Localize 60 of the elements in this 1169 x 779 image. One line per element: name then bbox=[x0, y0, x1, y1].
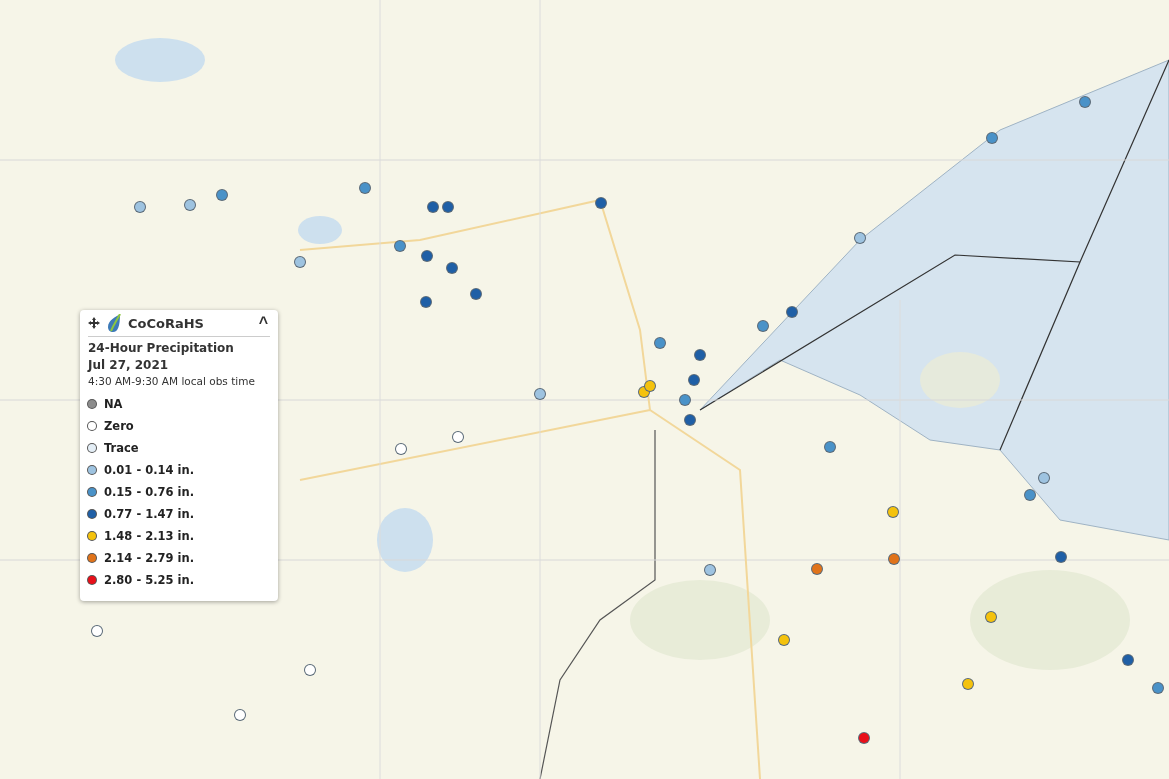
brand-name: CoCoRaHS bbox=[128, 315, 205, 331]
collapse-button[interactable]: ^ bbox=[256, 316, 270, 330]
legend-label: 0.77 - 1.47 in. bbox=[104, 507, 195, 521]
legend-date: Jul 27, 2021 bbox=[88, 358, 170, 372]
station-marker[interactable] bbox=[888, 507, 898, 517]
raindrop-logo-icon bbox=[106, 314, 122, 332]
station-marker[interactable] bbox=[596, 198, 606, 208]
station-marker[interactable] bbox=[855, 233, 865, 243]
station-marker[interactable] bbox=[443, 202, 453, 212]
station-marker[interactable] bbox=[92, 626, 102, 636]
station-marker[interactable] bbox=[689, 375, 699, 385]
station-marker[interactable] bbox=[422, 251, 432, 261]
station-marker[interactable] bbox=[705, 565, 715, 575]
station-marker[interactable] bbox=[185, 200, 195, 210]
station-marker[interactable] bbox=[645, 381, 655, 391]
legend-label: Trace bbox=[104, 441, 139, 455]
station-marker[interactable] bbox=[447, 263, 457, 273]
station-marker[interactable] bbox=[235, 710, 245, 720]
station-marker[interactable] bbox=[535, 389, 545, 399]
station-marker[interactable] bbox=[360, 183, 370, 193]
station-marker[interactable] bbox=[428, 202, 438, 212]
legend-label: 0.15 - 0.76 in. bbox=[104, 485, 195, 499]
station-marker[interactable] bbox=[779, 635, 789, 645]
station-marker[interactable] bbox=[758, 321, 768, 331]
station-marker[interactable] bbox=[305, 665, 315, 675]
station-marker[interactable] bbox=[685, 415, 695, 425]
station-marker[interactable] bbox=[217, 190, 227, 200]
station-marker[interactable] bbox=[889, 554, 899, 564]
station-marker[interactable] bbox=[1080, 97, 1090, 107]
station-marker[interactable] bbox=[135, 202, 145, 212]
station-marker[interactable] bbox=[421, 297, 431, 307]
legend-label: 2.14 - 2.79 in. bbox=[104, 551, 195, 565]
station-marker[interactable] bbox=[987, 133, 997, 143]
legend-label: 2.80 - 5.25 in. bbox=[104, 573, 195, 587]
station-marker[interactable] bbox=[1056, 552, 1066, 562]
move-icon[interactable] bbox=[88, 317, 100, 329]
station-marker[interactable] bbox=[1153, 683, 1163, 693]
station-marker[interactable] bbox=[695, 350, 705, 360]
station-marker[interactable] bbox=[986, 612, 996, 622]
station-marker[interactable] bbox=[825, 442, 835, 452]
station-marker[interactable] bbox=[963, 679, 973, 689]
obs-time-note: 4:30 AM-9:30 AM local obs time bbox=[88, 375, 256, 387]
station-marker[interactable] bbox=[680, 395, 690, 405]
station-marker[interactable] bbox=[812, 564, 822, 574]
station-marker[interactable] bbox=[396, 444, 406, 454]
legend-label: NA bbox=[104, 397, 123, 411]
legend-label: Zero bbox=[104, 419, 134, 433]
station-marker[interactable] bbox=[453, 432, 463, 442]
legend-label: 1.48 - 2.13 in. bbox=[104, 529, 195, 543]
station-marker[interactable] bbox=[1039, 473, 1049, 483]
station-marker[interactable] bbox=[1123, 655, 1133, 665]
station-marker[interactable] bbox=[787, 307, 797, 317]
legend-title: 24-Hour Precipitation bbox=[88, 341, 235, 355]
station-marker[interactable] bbox=[1025, 490, 1035, 500]
station-marker[interactable] bbox=[471, 289, 481, 299]
station-marker[interactable] bbox=[859, 733, 869, 743]
station-marker[interactable] bbox=[295, 257, 305, 267]
legend-label: 0.01 - 0.14 in. bbox=[104, 463, 195, 477]
station-marker[interactable] bbox=[395, 241, 405, 251]
station-marker[interactable] bbox=[655, 338, 665, 348]
